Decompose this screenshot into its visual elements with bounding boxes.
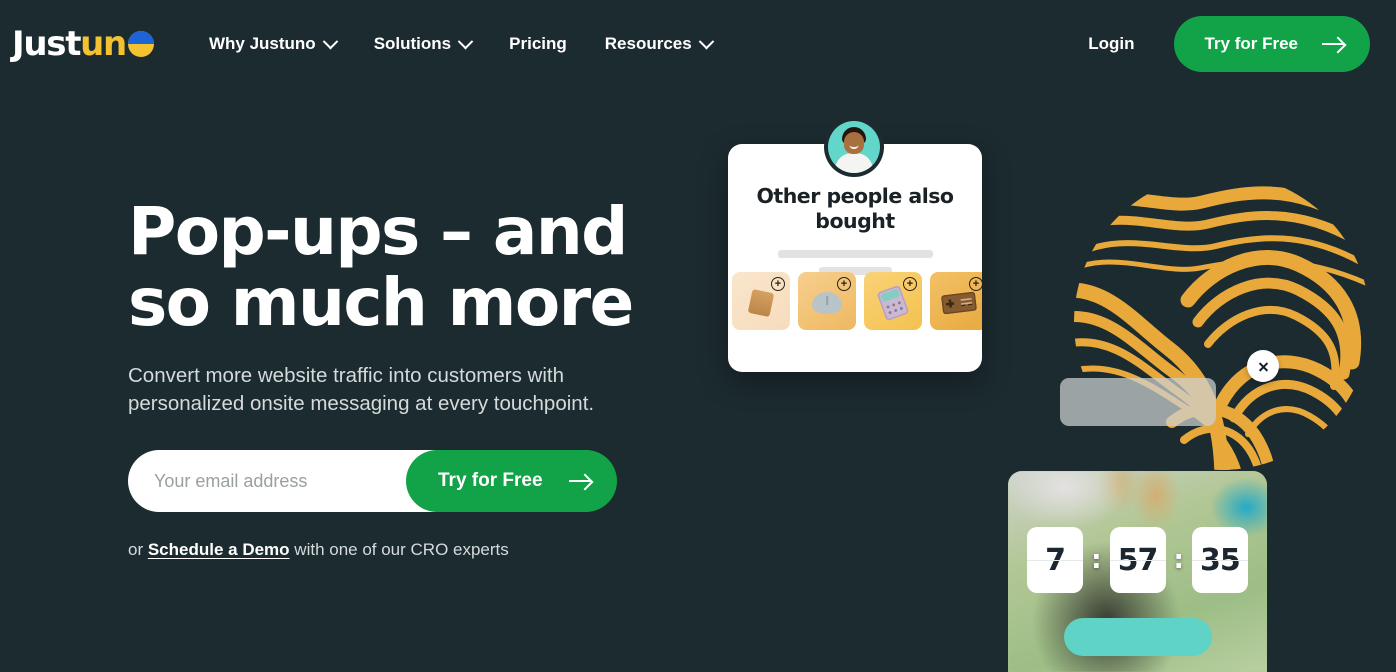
add-product-button[interactable]: + <box>771 277 785 291</box>
header-actions: Login Try for Free <box>1088 16 1370 72</box>
avatar-face <box>844 132 864 154</box>
skeleton-line-long <box>777 250 933 258</box>
arrow-right-icon <box>568 479 591 483</box>
header-cta-label: Try for Free <box>1204 34 1298 53</box>
avatar-body <box>835 153 873 173</box>
add-product-button[interactable]: + <box>903 277 917 291</box>
avatar-image <box>828 121 880 173</box>
chevron-down-icon <box>698 33 714 49</box>
recommendation-popup-card: Other people also bought + + + + <box>728 144 982 372</box>
site-header: Just un Why Justuno Solutions Pricing Res… <box>0 0 1396 88</box>
hero-content: Pop-ups – and so much more Convert more … <box>128 196 668 560</box>
add-product-button[interactable]: + <box>837 277 851 291</box>
justuno-logo[interactable]: Just un <box>12 27 154 61</box>
abstract-swirl-graphic <box>1072 172 1372 472</box>
overlay-gray-bar <box>1060 378 1216 426</box>
product-tile-list: + + + + <box>728 272 982 330</box>
product-tile-fan[interactable]: + <box>732 272 790 330</box>
add-product-button[interactable]: + <box>969 277 982 291</box>
nav-item-pricing[interactable]: Pricing <box>509 34 567 54</box>
popup-card-title: Other people also bought <box>756 184 954 233</box>
timer-minutes: 57 <box>1109 527 1166 593</box>
timer-separator: : <box>1173 545 1184 575</box>
email-input[interactable] <box>128 450 406 512</box>
close-icon[interactable] <box>1247 350 1279 382</box>
page-title: Pop-ups – and so much more <box>128 193 634 341</box>
fan-product-icon <box>747 289 775 318</box>
chevron-down-icon <box>457 33 474 49</box>
login-link[interactable]: Login <box>1088 34 1134 54</box>
product-tile-calculator[interactable]: + <box>864 272 922 330</box>
mouse-product-icon <box>812 292 842 315</box>
logo-mark-o <box>127 31 154 57</box>
countdown-timer: 7 : 57 : 35 <box>1008 527 1267 593</box>
timer-seconds: 35 <box>1191 527 1248 593</box>
nav-label-why-justuno: Why Justuno <box>208 34 316 53</box>
timer-separator: : <box>1091 545 1102 575</box>
demo-suffix-text: with one of our CRO experts <box>289 540 509 559</box>
chevron-down-icon <box>322 33 338 49</box>
timer-hours: 7 <box>1027 527 1084 593</box>
gamepad-product-icon <box>940 291 978 315</box>
avatar <box>824 117 884 177</box>
nav-item-resources[interactable]: Resources <box>604 33 714 54</box>
product-tile-gamepad[interactable]: + <box>930 272 982 330</box>
nav-item-solutions[interactable]: Solutions <box>373 33 474 54</box>
timer-cta-button[interactable] <box>1063 618 1212 656</box>
hero-try-for-free-button[interactable]: Try for Free <box>406 450 617 512</box>
logo-text-un: un <box>80 24 127 64</box>
nav-label-pricing: Pricing <box>509 34 567 53</box>
schedule-demo-line: or Schedule a Demo with one of our CRO e… <box>128 540 668 560</box>
schedule-a-demo-link[interactable]: Schedule a Demo <box>148 540 290 559</box>
email-signup-form: Try for Free <box>128 450 617 512</box>
arrow-right-icon <box>1322 42 1344 46</box>
header-try-for-free-button[interactable]: Try for Free <box>1174 16 1370 72</box>
countdown-timer-card: 7 : 57 : 35 <box>1008 471 1267 672</box>
calculator-product-icon <box>876 285 910 322</box>
main-navigation: Why Justuno Solutions Pricing Resources <box>208 33 714 54</box>
logo-text-just: Just <box>12 24 81 64</box>
nav-label-resources: Resources <box>604 34 692 53</box>
hero-subtitle: Convert more website traffic into custom… <box>128 364 595 415</box>
hero-cta-label: Try for Free <box>438 470 543 491</box>
nav-label-solutions: Solutions <box>373 34 452 53</box>
nav-item-why-justuno[interactable]: Why Justuno <box>208 33 338 54</box>
product-tile-mouse[interactable]: + <box>798 272 856 330</box>
demo-prefix-text: or <box>128 540 148 559</box>
close-x-glyph <box>1258 361 1269 372</box>
